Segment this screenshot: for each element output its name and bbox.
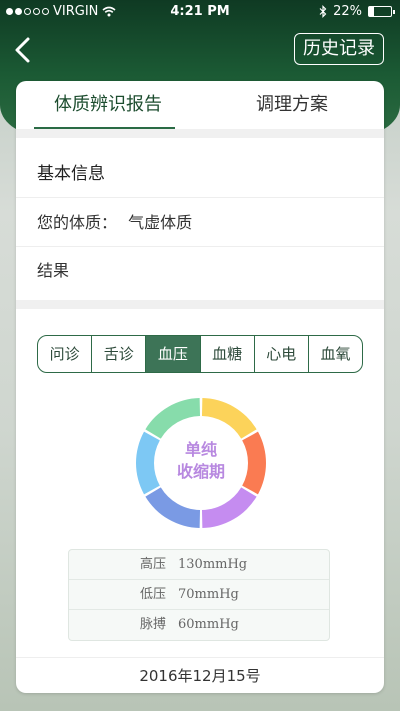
reading-value: 70mmHg	[178, 587, 239, 602]
chevron-left-icon	[15, 37, 30, 63]
ring-center-label: 单纯 收缩期	[151, 439, 251, 483]
segment-blood-pressure[interactable]: 血压	[146, 336, 201, 372]
history-button[interactable]: 历史记录	[294, 33, 384, 65]
constitution-value: 气虚体质	[128, 213, 193, 232]
basic-info-title: 基本信息	[16, 150, 384, 198]
readings-table: 高压 130mmHg 低压 70mmHg 脉搏 60mmHg	[68, 549, 330, 641]
reading-row-pulse: 脉搏 60mmHg	[69, 610, 329, 640]
reading-value: 60mmHg	[178, 617, 239, 632]
status-bar: VIRGIN 4:21 PM 22%	[0, 0, 400, 24]
bluetooth-icon	[319, 5, 327, 18]
diagnosis-segment-control: 问诊 舌诊 血压 血糖 心电 血氧	[37, 335, 363, 373]
divider	[16, 300, 384, 309]
segment-ecg[interactable]: 心电	[255, 336, 309, 372]
ring-label-line2: 收缩期	[176, 462, 225, 481]
segment-inquiry[interactable]: 问诊	[38, 336, 93, 372]
reading-label: 脉搏	[139, 617, 166, 632]
tab-constitution-report[interactable]: 体质辨识报告	[16, 81, 200, 129]
reading-value: 130mmHg	[178, 557, 248, 572]
ring-label-line1: 单纯	[184, 440, 217, 459]
segment-blood-sugar[interactable]: 血糖	[201, 336, 255, 372]
constitution-row: 您的体质： 气虚体质	[16, 199, 384, 247]
reading-row-diastolic: 低压 70mmHg	[69, 580, 329, 610]
reading-row-systolic: 高压 130mmHg	[69, 550, 329, 580]
battery-icon	[368, 6, 395, 17]
back-button[interactable]	[10, 34, 40, 66]
result-label: 结果	[37, 261, 70, 280]
battery-percent: 22%	[333, 4, 362, 19]
divider	[16, 129, 384, 138]
segment-tongue[interactable]: 舌诊	[92, 336, 147, 372]
reading-label: 低压	[139, 587, 166, 602]
reading-label: 高压	[139, 557, 166, 572]
constitution-label: 您的体质：	[37, 213, 118, 232]
tab-conditioning-plan[interactable]: 调理方案	[200, 81, 384, 129]
segment-blood-oxygen[interactable]: 血氧	[309, 336, 362, 372]
report-card: 体质辨识报告 调理方案 基本信息 您的体质： 气虚体质 结果 问诊 舌诊 血压 …	[16, 81, 384, 693]
report-date: 2016年12月15号	[16, 657, 384, 693]
report-tabs: 体质辨识报告 调理方案	[16, 81, 384, 129]
